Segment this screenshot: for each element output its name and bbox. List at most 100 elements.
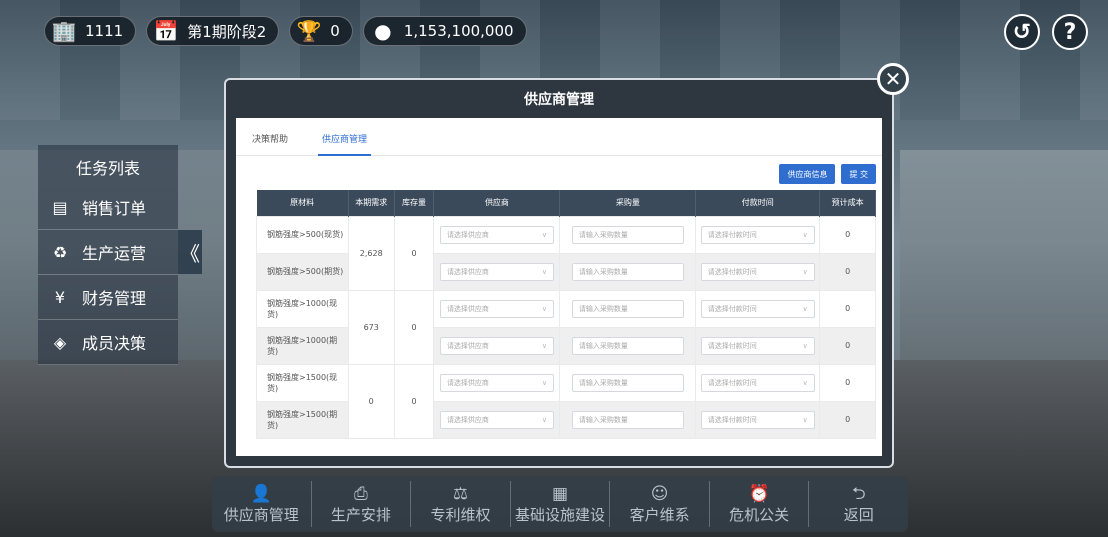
modal-body: 决策帮助 供应商管理 供应商信息 提 交 原材料 本期需求 库存量 供应商 采购… (236, 118, 882, 456)
column-header: 供应商 (433, 190, 561, 216)
quantity-input[interactable]: 请输入采购数量 (571, 373, 684, 392)
supplier-select[interactable]: 请选择供应商 ∨ (439, 299, 554, 318)
chevron-down-icon: ∨ (802, 415, 808, 424)
quantity-input[interactable]: 请输入采购数量 (571, 262, 684, 281)
supplier-select[interactable]: 请选择供应商 ∨ (439, 262, 554, 281)
chevron-down-icon: ∨ (541, 341, 547, 350)
toolbar-back[interactable]: ⮌ 返回 (809, 481, 908, 527)
quantity-input[interactable]: 请输入采购数量 (571, 336, 684, 355)
money-pill: ● 1,153,100,000 (362, 16, 527, 46)
pay-time-select[interactable]: 请选择付款时间 ∨ (700, 410, 815, 429)
chevron-down-icon: ∨ (802, 341, 808, 350)
toolbar-infrastructure[interactable]: ▦ 基础设施建设 (511, 481, 611, 527)
material-cell: 钢筋强度>500(期货) (256, 252, 349, 291)
chevron-down-icon: ∨ (541, 304, 547, 313)
task-item-label: 成员决策 (82, 334, 147, 353)
cost-cell: 0 (819, 289, 876, 328)
supplier-table: 原材料 本期需求 库存量 供应商 采购量 付款时间 预计成本 钢筋强度>500(… (256, 190, 876, 439)
back-icon: ⮌ (851, 483, 866, 504)
document-icon: ▤ (52, 197, 68, 217)
patent-icon: ⚖ (452, 483, 469, 504)
quantity-input[interactable]: 请输入采购数量 (571, 225, 684, 244)
supplier-info-button[interactable]: 供应商信息 (779, 164, 836, 184)
player-pill: 🏢 1111 (44, 16, 137, 46)
toolbar-label: 危机公关 (729, 505, 790, 524)
chevron-down-icon: ∨ (802, 304, 808, 313)
help-button[interactable]: ? (1052, 14, 1088, 50)
demand-cell: 673 (347, 289, 395, 365)
task-item-label: 财务管理 (82, 289, 147, 308)
toolbar-supplier-management[interactable]: 👤 供应商管理 (212, 481, 312, 527)
chevron-down-icon: ∨ (541, 230, 547, 239)
material-cell: 钢筋强度>500(现货) (256, 215, 349, 254)
quantity-input[interactable]: 请输入采购数量 (571, 410, 684, 429)
period-pill: 📅 第1期阶段2 (146, 16, 280, 46)
toolbar-crisis-pr[interactable]: ⏰ 危机公关 (710, 481, 810, 527)
task-list-title: 任务列表 (75, 159, 140, 178)
money-amount: 1,153,100,000 (403, 22, 514, 40)
material-cell: 钢筋强度>1500(现货) (256, 363, 349, 402)
pay-time-select[interactable]: 请选择付款时间 ∨ (700, 225, 815, 244)
column-header: 采购量 (559, 190, 697, 216)
demand-cell: 0 (347, 363, 395, 439)
pay-time-select[interactable]: 请选择付款时间 ∨ (700, 299, 815, 318)
modal-title: 供应商管理 (524, 92, 594, 108)
chevron-down-icon: ∨ (541, 267, 547, 276)
toolbar-label: 返回 (843, 505, 874, 524)
close-modal-button[interactable]: ✕ (877, 63, 909, 95)
trophy-icon: 🏆 (296, 19, 322, 43)
toolbar-label: 供应商管理 (223, 505, 299, 524)
cost-cell: 0 (819, 326, 876, 365)
calendar-icon: 📅 (153, 19, 179, 43)
material-cell: 钢筋强度>1500(期货) (256, 400, 349, 439)
chevron-down-icon: ∨ (541, 415, 547, 424)
task-item-sales-orders[interactable]: ▤ 销售订单 (38, 185, 178, 230)
period-label: 第1期阶段2 (187, 22, 267, 41)
pay-time-select[interactable]: 请选择付款时间 ∨ (700, 336, 815, 355)
task-item-production[interactable]: ♻ 生产运营 (38, 230, 178, 275)
bottom-toolbar: 👤 供应商管理 ⎙ 生产安排 ⚖ 专利维权 ▦ 基础设施建设 ☺ 客户维系 ⏰ … (212, 476, 908, 532)
task-item-finance[interactable]: ¥ 财务管理 (38, 275, 178, 320)
supplier-select[interactable]: 请选择供应商 ∨ (439, 225, 554, 244)
toolbar-patent-rights[interactable]: ⚖ 专利维权 (411, 481, 511, 527)
pay-time-select[interactable]: 请选择付款时间 ∨ (700, 262, 815, 281)
supplier-select[interactable]: 请选择供应商 ∨ (439, 373, 554, 392)
stock-cell: 0 (393, 289, 435, 365)
pay-time-select[interactable]: 请选择付款时间 ∨ (700, 373, 815, 392)
table-row: 钢筋强度>1500(现货) 0 0 请选择供应商 ∨ 请输入采购数量 请选择付款时… (256, 363, 876, 439)
collapse-panel-button[interactable]: 《 (178, 230, 202, 274)
cost-cell: 0 (819, 215, 876, 254)
supplier-select[interactable]: 请选择供应商 ∨ (439, 336, 554, 355)
toolbar-label: 客户维系 (629, 505, 690, 524)
toolbar-customer-retention[interactable]: ☺ 客户维系 (610, 481, 710, 527)
modal-actions: 供应商信息 提 交 (779, 164, 876, 184)
task-item-member-decisions[interactable]: ◈ 成员决策 (38, 320, 178, 365)
column-header: 预计成本 (819, 190, 876, 216)
tab-decision-help[interactable]: 决策帮助 (252, 132, 288, 156)
table-row: 钢筋强度>500(现货) 2,628 0 请选择供应商 ∨ 请输入采购数量 请选择… (256, 215, 876, 291)
supplier-select[interactable]: 请选择供应商 ∨ (439, 410, 554, 429)
history-button[interactable]: ↺ (1004, 14, 1040, 50)
submit-button[interactable]: 提 交 (841, 164, 876, 184)
stock-cell: 0 (393, 363, 435, 439)
close-icon: ✕ (884, 67, 902, 91)
layers-icon: ◈ (53, 332, 67, 352)
building-plan-icon: ▦ (551, 483, 569, 504)
cost-cell: 0 (819, 363, 876, 402)
toolbar-label: 生产安排 (330, 505, 391, 524)
coin-icon: ● (374, 19, 392, 43)
yen-icon: ¥ (54, 287, 66, 307)
quantity-input[interactable]: 请输入采购数量 (571, 299, 684, 318)
material-cell: 钢筋强度>1000(现货) (256, 289, 349, 328)
cost-cell: 0 (819, 400, 876, 439)
toolbar-production-schedule[interactable]: ⎙ 生产安排 (312, 481, 412, 527)
supplier-icon: 👤 (250, 483, 272, 504)
printer-icon: ⎙ (354, 483, 368, 504)
task-item-label: 销售订单 (82, 199, 147, 218)
player-id: 1111 (85, 22, 124, 40)
top-right-controls: ↺ ? (1004, 14, 1088, 50)
help-icon: ? (1063, 19, 1077, 45)
toolbar-label: 基础设施建设 (515, 505, 606, 524)
chevron-down-icon: ∨ (802, 267, 808, 276)
tab-supplier-management[interactable]: 供应商管理 (318, 132, 372, 156)
